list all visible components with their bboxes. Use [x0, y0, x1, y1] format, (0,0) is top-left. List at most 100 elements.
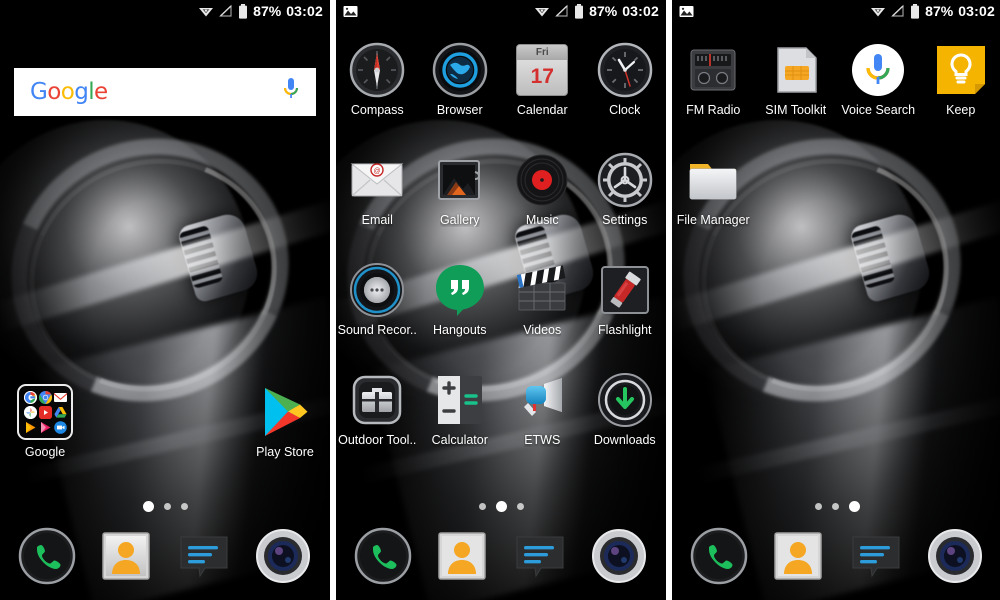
photos-icon — [23, 405, 37, 419]
messaging-icon[interactable] — [511, 527, 569, 585]
settings-gear-icon[interactable] — [597, 152, 653, 208]
phone-icon[interactable] — [690, 527, 748, 585]
status-bar[interactable]: 87% 03:02 — [672, 0, 1000, 22]
duo-icon — [53, 420, 67, 434]
page-indicator[interactable] — [672, 501, 1000, 512]
app-flashlight[interactable]: Flashlight — [584, 250, 667, 360]
videos-clapper-icon[interactable] — [514, 262, 570, 318]
page-dot-1[interactable] — [478, 503, 486, 510]
messaging-icon[interactable] — [175, 527, 233, 585]
home-shortcut-label: Google — [24, 445, 66, 459]
phone-icon[interactable] — [18, 527, 76, 585]
voice-search-icon[interactable] — [850, 42, 906, 98]
microphone-icon[interactable] — [282, 77, 300, 108]
app-label: Voice Search — [841, 103, 916, 117]
app-compass[interactable]: Compass — [336, 30, 419, 140]
battery-icon — [911, 3, 920, 19]
music-vinyl-icon[interactable] — [514, 152, 570, 208]
dock — [672, 518, 1000, 600]
app-downloads[interactable]: Downloads — [584, 360, 667, 470]
app-clock[interactable]: Clock — [584, 30, 667, 140]
page-dot-3[interactable] — [180, 503, 188, 510]
page-dot-1[interactable] — [142, 501, 154, 512]
app-label: Outdoor Tool.. — [338, 433, 417, 447]
clock-icon[interactable] — [597, 42, 653, 98]
page-dot-3[interactable] — [516, 503, 524, 510]
app-settings[interactable]: Settings — [584, 140, 667, 250]
contacts-icon[interactable] — [769, 527, 827, 585]
file-folder-icon[interactable] — [685, 152, 741, 208]
app-hangouts[interactable]: Hangouts — [419, 250, 502, 360]
page-dot-2[interactable] — [495, 501, 507, 512]
keep-bulb-icon[interactable] — [933, 42, 989, 98]
flashlight-icon[interactable] — [597, 262, 653, 318]
battery-percent-label: 87% — [589, 3, 618, 19]
app-gallery[interactable]: Gallery — [419, 140, 502, 250]
calendar-day-number: 17 — [530, 65, 554, 88]
browser-globe-icon[interactable] — [432, 42, 488, 98]
contacts-icon[interactable] — [433, 527, 491, 585]
clock-label: 03:02 — [286, 3, 323, 19]
app-label: Calendar — [516, 103, 568, 117]
messaging-icon[interactable] — [847, 527, 905, 585]
page-dot-1[interactable] — [814, 503, 822, 510]
app-calendar[interactable]: Fri 17 Calendar — [501, 30, 584, 140]
play-movies-icon — [39, 421, 52, 434]
app-file-manager[interactable]: File Manager — [672, 140, 755, 250]
calculator-icon[interactable] — [432, 372, 488, 428]
page-dot-3[interactable] — [848, 501, 860, 512]
app-voice-search[interactable]: Voice Search — [837, 30, 920, 140]
app-sim-toolkit[interactable]: SIM Toolkit — [755, 30, 838, 140]
phone-icon[interactable] — [354, 527, 412, 585]
app-music[interactable]: Music — [501, 140, 584, 250]
calendar-day-name: Fri — [517, 45, 568, 60]
calendar-icon[interactable]: Fri 17 — [514, 42, 570, 98]
compass-icon[interactable] — [349, 42, 405, 98]
app-browser[interactable]: Browser — [419, 30, 502, 140]
status-bar[interactable]: 87% 03:02 — [336, 0, 666, 22]
app-etws[interactable]: ETWS — [501, 360, 584, 470]
page-dot-2[interactable] — [163, 503, 171, 510]
contacts-icon[interactable] — [97, 527, 155, 585]
drive-icon — [53, 406, 67, 419]
play-store-icon[interactable] — [257, 384, 313, 440]
app-label: Clock — [609, 103, 641, 117]
app-sound-recorder[interactable]: Sound Recor.. — [336, 250, 419, 360]
home-shortcut-google-folder[interactable]: Google — [2, 384, 88, 459]
app-videos[interactable]: Videos — [501, 250, 584, 360]
dock — [0, 518, 330, 600]
outdoor-toolbox-icon[interactable] — [349, 372, 405, 428]
google-folder-icon[interactable] — [17, 384, 73, 440]
sim-card-icon[interactable] — [768, 42, 824, 98]
app-email[interactable]: @ Email — [336, 140, 419, 250]
megaphone-icon[interactable] — [514, 372, 570, 428]
app-label: Videos — [523, 323, 562, 337]
battery-percent-label: 87% — [925, 3, 954, 19]
page-indicator[interactable] — [0, 501, 330, 512]
phone-panel-drawer-1: 87% 03:02 Compass Browser Fri 17 Calenda… — [336, 0, 666, 600]
google-search-widget[interactable]: Google — [14, 68, 316, 116]
sound-recorder-icon[interactable] — [349, 262, 405, 318]
status-bar[interactable]: 87% 03:02 — [0, 0, 330, 22]
app-label: Flashlight — [598, 323, 652, 337]
home-shortcut-play-store[interactable]: Play Store — [242, 384, 328, 459]
app-keep[interactable]: Keep — [920, 30, 1000, 140]
camera-icon[interactable] — [926, 527, 984, 585]
fm-radio-icon[interactable] — [685, 42, 741, 98]
app-label: Sound Recor.. — [337, 323, 417, 337]
camera-icon[interactable] — [254, 527, 312, 585]
no-sim-icon — [891, 4, 904, 17]
app-calculator[interactable]: Calculator — [419, 360, 502, 470]
dock — [336, 518, 666, 600]
page-dot-2[interactable] — [831, 503, 839, 510]
email-envelope-icon[interactable]: @ — [349, 152, 405, 208]
page-indicator[interactable] — [336, 501, 666, 512]
gallery-icon[interactable] — [432, 152, 488, 208]
camera-icon[interactable] — [590, 527, 648, 585]
status-bar-notifications — [679, 5, 870, 18]
phone-screenshot-triptych: 87% 03:02 Google Google Play Store 87% 0… — [0, 0, 1000, 600]
downloads-icon[interactable] — [597, 372, 653, 428]
app-outdoor-toolbox[interactable]: Outdoor Tool.. — [336, 360, 419, 470]
hangouts-icon[interactable] — [432, 262, 488, 318]
app-fm-radio[interactable]: FM Radio — [672, 30, 755, 140]
